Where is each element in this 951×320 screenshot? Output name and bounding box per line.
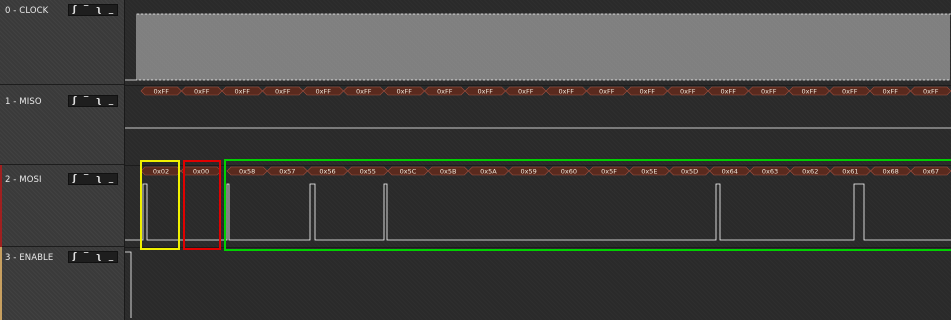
miso-packet-label: 0xFF [154, 88, 170, 96]
high-level-icon[interactable]: ‾ [84, 252, 89, 262]
mosi-packet-label: 0x5E [641, 168, 657, 176]
miso-packet-label: 0xFF [640, 88, 656, 96]
mosi-packet-label: 0x5D [681, 168, 698, 176]
waveform-canvas[interactable]: 0xFF 0xFF 0xFF 0xFF 0xFF 0xFF 0xFF 0xFF 0xFF 0xFF… [125, 0, 951, 320]
mosi-packet-label: 0x5B [440, 168, 457, 176]
channel-accent [0, 165, 2, 247]
clock-signal [125, 13, 951, 81]
miso-packet-label: 0xFF [842, 88, 858, 96]
miso-packet-label: 0xFF [397, 88, 413, 96]
mosi-packet-label: 0x00 [193, 168, 209, 176]
channel-name: 1 - MISO [5, 97, 42, 107]
trigger-settings[interactable]: ʃ ‾ ʅ _ [68, 95, 118, 107]
rising-edge-icon[interactable]: ʃ [73, 174, 77, 184]
miso-packet-label: 0xFF [437, 88, 453, 96]
miso-packet-label: 0xFF [721, 88, 737, 96]
rising-edge-icon[interactable]: ʃ [73, 96, 77, 106]
trigger-settings[interactable]: ʃ ‾ ʅ _ [68, 251, 118, 263]
miso-packet-label: 0xFF [761, 88, 777, 96]
falling-edge-icon[interactable]: ʅ [96, 174, 101, 184]
high-level-icon[interactable]: ‾ [84, 5, 89, 15]
low-level-icon[interactable]: _ [109, 252, 114, 262]
channel-label-miso[interactable]: 1 - MISO ʃ ‾ ʅ _ [0, 85, 124, 165]
mosi-packet-label: 0x59 [521, 168, 537, 176]
miso-packet-label: 0xFF [599, 88, 615, 96]
miso-packet-label: 0xFF [356, 88, 372, 96]
low-level-icon[interactable]: _ [109, 5, 114, 15]
mosi-packet-label: 0x64 [722, 168, 738, 176]
mosi-packet-label: 0x02 [153, 168, 169, 176]
mosi-packet-label: 0x68 [883, 168, 899, 176]
miso-packet-label: 0xFF [235, 88, 251, 96]
low-level-icon[interactable]: _ [109, 96, 114, 106]
mosi-packet-label: 0x57 [279, 168, 295, 176]
miso-packet-label: 0xFF [802, 88, 818, 96]
mosi-packet-label: 0x5F [601, 168, 617, 176]
channel-accent [0, 247, 2, 320]
waveform-area[interactable]: 0xFF 0xFF 0xFF 0xFF 0xFF 0xFF 0xFF 0xFF 0xFF 0xFF… [125, 0, 951, 320]
enable-signal [125, 251, 132, 318]
miso-packet-label: 0xFF [316, 88, 332, 96]
channel-name: 3 - ENABLE [5, 253, 54, 263]
miso-packet-label: 0xFF [194, 88, 210, 96]
low-level-icon[interactable]: _ [109, 174, 114, 184]
miso-packet-label: 0xFF [478, 88, 494, 96]
mosi-packet-label: 0x5C [400, 168, 417, 176]
falling-edge-icon[interactable]: ʅ [96, 252, 101, 262]
channel-label-mosi[interactable]: 2 - MOSI ʃ ‾ ʅ _ [0, 165, 124, 247]
mosi-packet-label: 0x5A [480, 168, 497, 176]
mosi-packet-label: 0x62 [802, 168, 818, 176]
miso-packet-label: 0xFF [559, 88, 575, 96]
mosi-packet-label: 0x60 [561, 168, 577, 176]
miso-packet-label: 0xFF [680, 88, 696, 96]
mosi-packet-label: 0x58 [239, 168, 255, 176]
trigger-settings[interactable]: ʃ ‾ ʅ _ [68, 173, 118, 185]
mosi-packet-label: 0x55 [360, 168, 376, 176]
miso-packet-label: 0xFF [518, 88, 534, 96]
mosi-packet-label: 0x67 [923, 168, 939, 176]
miso-packet-label: 0xFF [923, 88, 939, 96]
channel-name: 0 - CLOCK [5, 6, 49, 16]
mosi-packet-label: 0x61 [842, 168, 858, 176]
miso-packet-label: 0xFF [883, 88, 899, 96]
channel-label-enable[interactable]: 3 - ENABLE ʃ ‾ ʅ _ [0, 247, 124, 320]
falling-edge-icon[interactable]: ʅ [96, 5, 101, 15]
channel-label-clock[interactable]: 0 - CLOCK ʃ ‾ ʅ _ [0, 0, 124, 85]
high-level-icon[interactable]: ‾ [84, 174, 89, 184]
trigger-settings[interactable]: ʃ ‾ ʅ _ [68, 4, 118, 16]
falling-edge-icon[interactable]: ʅ [96, 96, 101, 106]
miso-packet-label: 0xFF [275, 88, 291, 96]
channel-sidebar: 0 - CLOCK ʃ ‾ ʅ _ 1 - MISO ʃ ‾ ʅ _ 2 - M… [0, 0, 125, 320]
mosi-packet-label: 0x56 [319, 168, 335, 176]
high-level-icon[interactable]: ‾ [84, 96, 89, 106]
rising-edge-icon[interactable]: ʃ [73, 252, 77, 262]
channel-name: 2 - MOSI [5, 175, 42, 185]
mosi-packet-label: 0x63 [762, 168, 778, 176]
mosi-signal [125, 183, 951, 241]
rising-edge-icon[interactable]: ʃ [73, 5, 77, 15]
